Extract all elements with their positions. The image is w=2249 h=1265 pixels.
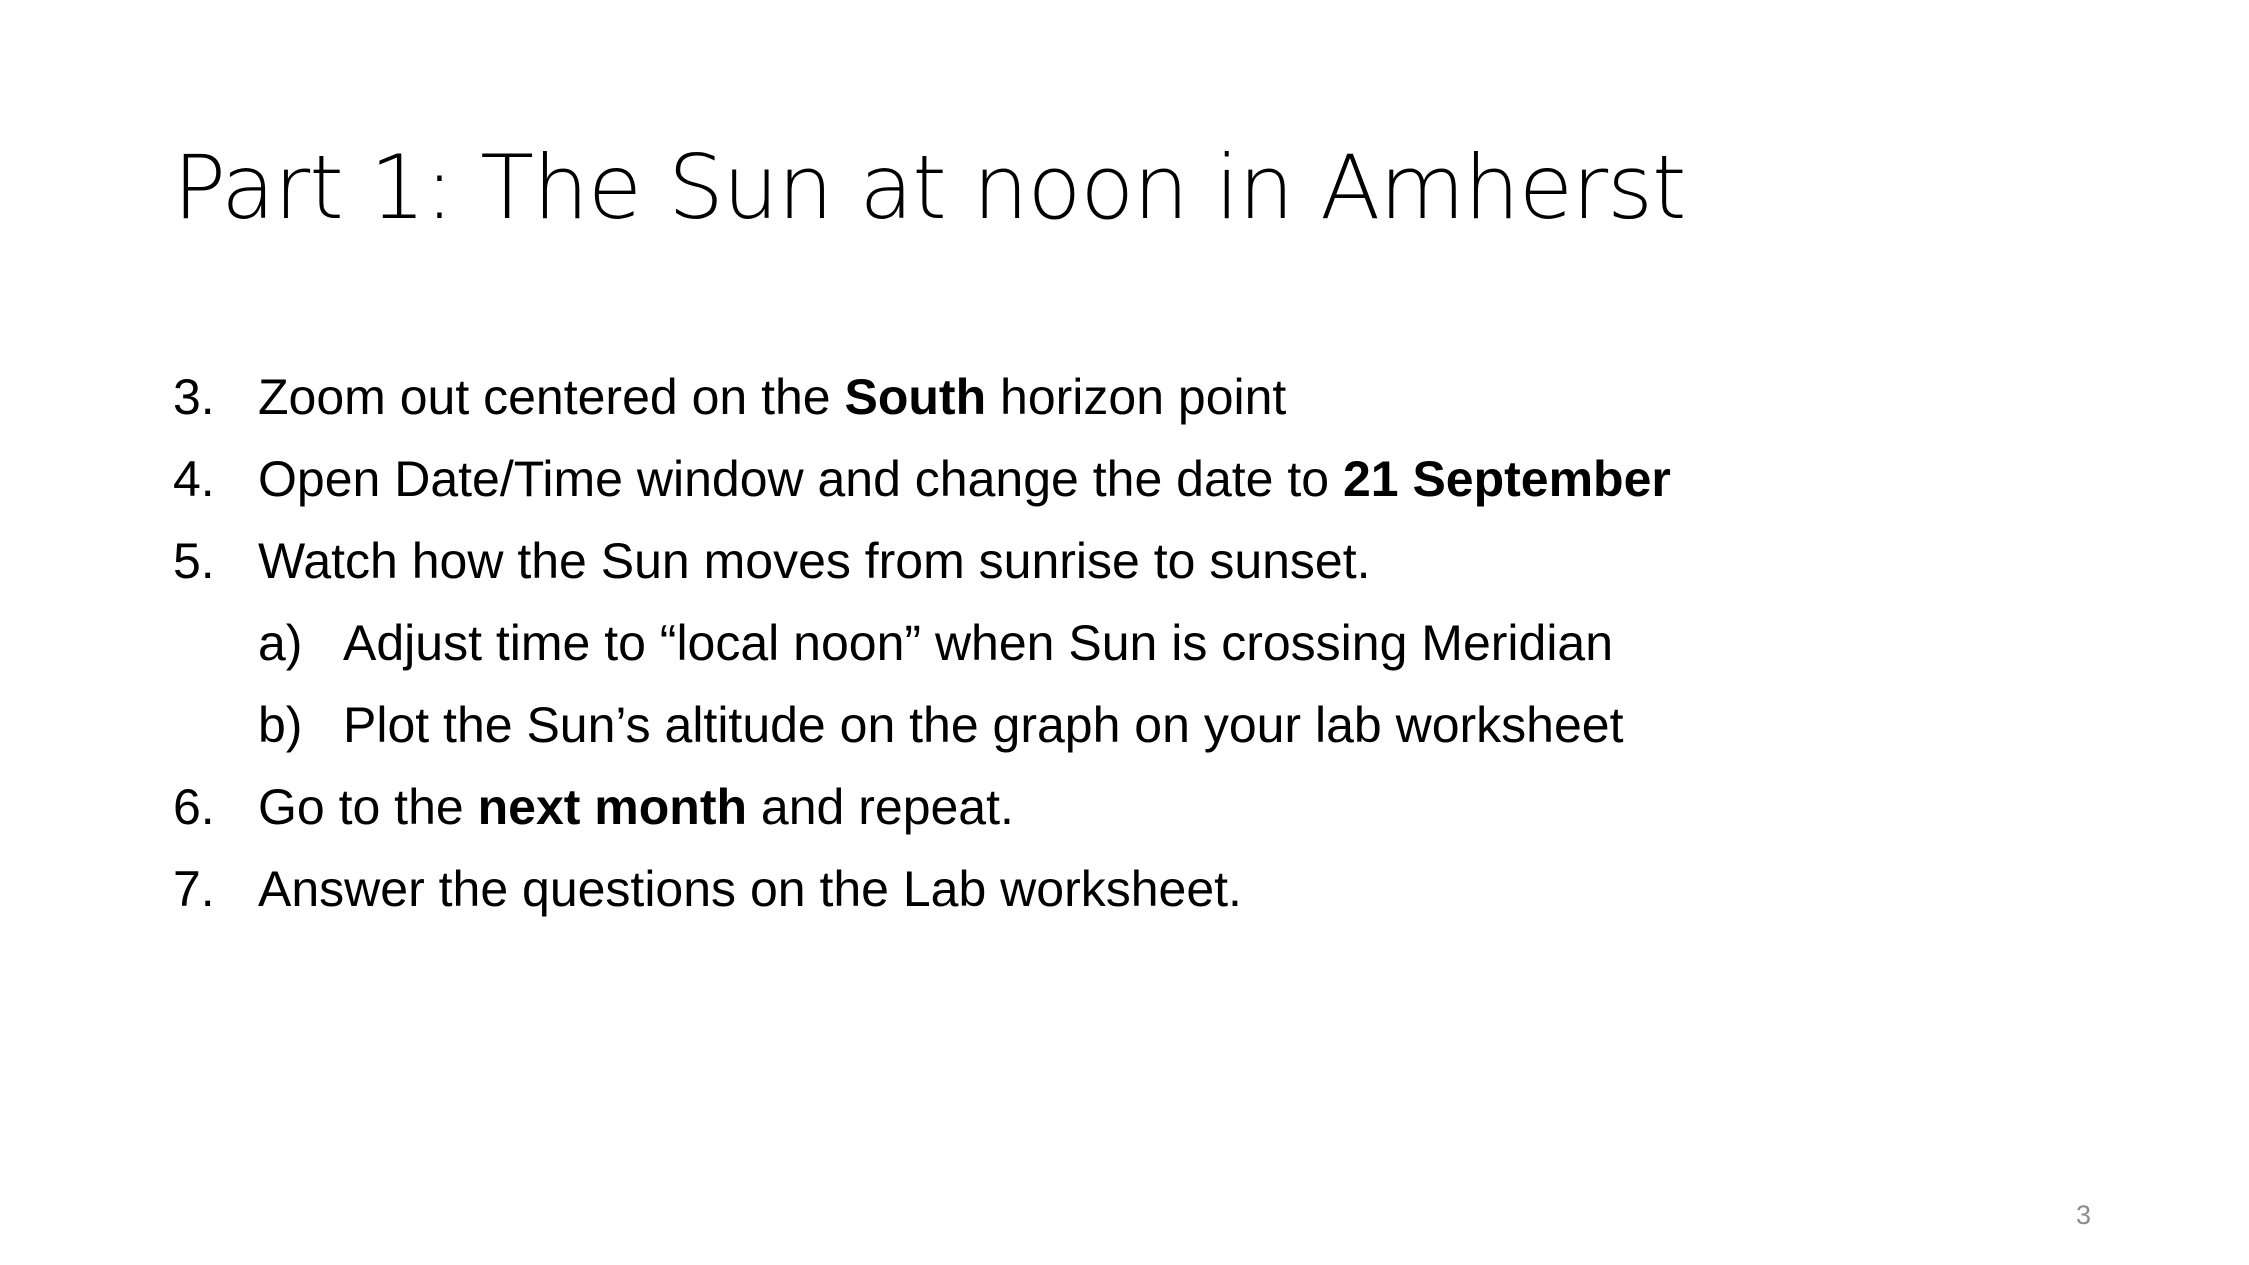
sub-list-item-text: Adjust time to “local noon” when Sun is … xyxy=(343,615,1614,671)
list-item-text: Open Date/Time window and change the dat… xyxy=(258,451,1671,507)
list-item-number: 3. xyxy=(173,369,215,425)
sub-list-item-text: Plot the Sun’s altitude on the graph on … xyxy=(343,697,1624,753)
list-item-text: Answer the questions on the Lab workshee… xyxy=(258,861,1242,917)
list-item-number: 5. xyxy=(173,533,215,589)
list-item: 4. Open Date/Time window and change the … xyxy=(173,438,2073,520)
sub-list-item-letter: b) xyxy=(258,697,303,753)
emphasis-text: 21 September xyxy=(1342,451,1671,507)
list-item-text: Go to the next month and repeat. xyxy=(258,779,1014,835)
sub-list-item: b) Plot the Sun’s altitude on the graph … xyxy=(173,684,2073,766)
list-item-number: 4. xyxy=(173,451,215,507)
instruction-list: 3. Zoom out centered on the South horizo… xyxy=(173,356,2073,930)
sub-list-item: a) Adjust time to “local noon” when Sun … xyxy=(173,602,2073,684)
list-item: 3. Zoom out centered on the South horizo… xyxy=(173,356,2073,438)
slide-title: Part 1: The Sun at noon in Amherst xyxy=(173,136,1686,239)
list-item-text: Watch how the Sun moves from sunrise to … xyxy=(258,533,1371,589)
list-item-text: Zoom out centered on the South horizon p… xyxy=(258,369,1287,425)
slide: Part 1: The Sun at noon in Amherst 3. Zo… xyxy=(0,0,2249,1265)
list-item-number: 6. xyxy=(173,779,215,835)
emphasis-text: South xyxy=(844,369,987,425)
page-number: 3 xyxy=(2076,1200,2092,1230)
sub-list-item-letter: a) xyxy=(258,615,303,671)
list-item: 7. Answer the questions on the Lab works… xyxy=(173,848,2073,930)
emphasis-text: next month xyxy=(477,779,748,835)
list-item-number: 7. xyxy=(173,861,215,917)
list-item: 5. Watch how the Sun moves from sunrise … xyxy=(173,520,2073,602)
list-item: 6. Go to the next month and repeat. xyxy=(173,766,2073,848)
